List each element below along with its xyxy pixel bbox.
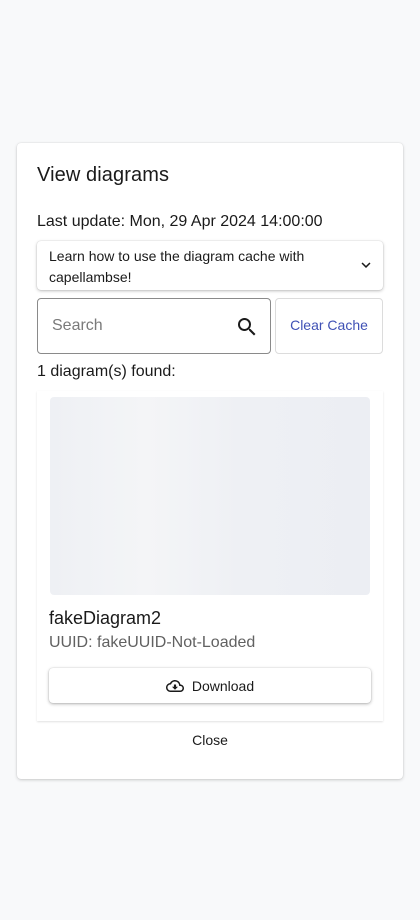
search-field[interactable]: [37, 298, 271, 354]
dialog-title: View diagrams: [37, 164, 170, 186]
accordion-label: Learn how to use the diagram cache with …: [49, 248, 305, 285]
last-update-text: Last update: Mon, 29 Apr 2024 14:00:00: [37, 213, 323, 230]
chevron-down-icon: [361, 262, 371, 268]
search-input[interactable]: [52, 313, 222, 339]
download-label: Download: [191, 677, 255, 694]
search-icon[interactable]: [235, 315, 259, 339]
diagram-name: fakeDiagram2: [49, 608, 162, 628]
clear-cache-button[interactable]: Clear Cache: [275, 298, 383, 354]
cloud-download-icon: [165, 679, 184, 692]
results-count: 1 diagram(s) found:: [37, 363, 176, 380]
view-diagrams-dialog: View diagrams Last update: Mon, 29 Apr 2…: [17, 143, 403, 779]
close-button[interactable]: Close: [167, 727, 253, 753]
diagram-list: fakeDiagram2 UUID: fakeUUID-Not-Loaded D…: [37, 391, 383, 721]
diagram-uuid: UUID: fakeUUID-Not-Loaded: [49, 634, 256, 651]
download-button[interactable]: Download: [49, 668, 371, 703]
cache-help-accordion[interactable]: Learn how to use the diagram cache with …: [37, 241, 383, 290]
diagram-preview-placeholder[interactable]: [50, 397, 370, 595]
